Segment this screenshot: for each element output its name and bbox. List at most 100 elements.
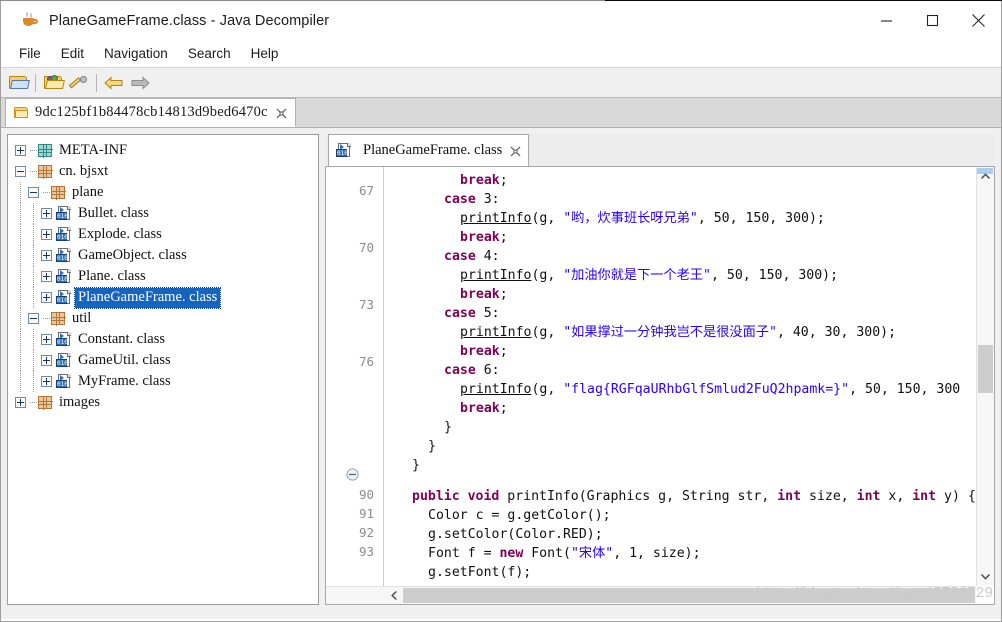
code-line: case 3: <box>444 192 500 207</box>
collapse-icon[interactable] <box>346 468 359 481</box>
line-number-gutter: 67 70 73 76 90 91 92 93 <box>326 167 384 586</box>
menu-item-edit[interactable]: Edit <box>51 43 94 64</box>
tree-node-gameutil-class[interactable]: 010 GameUtil. class <box>14 350 318 371</box>
expander-minus-icon[interactable] <box>27 186 40 199</box>
back-button[interactable] <box>101 70 127 96</box>
chevron-down-icon <box>980 573 991 580</box>
tree-node-cn-bjsxt[interactable]: cn. bjsxt <box>14 161 318 182</box>
expander-minus-icon[interactable] <box>14 165 27 178</box>
tree-connector <box>27 203 40 224</box>
tree-node-label: Bullet. class <box>78 205 149 221</box>
tree-connector <box>27 287 40 308</box>
tree-node-gameobject-class[interactable]: 010 GameObject. class <box>14 245 318 266</box>
expander-plus-icon[interactable] <box>40 354 53 367</box>
folder-icon <box>14 106 29 119</box>
tree-node-planegameframe-class[interactable]: 010 PlaneGameFrame. class <box>14 286 318 309</box>
code-line: g.setFont(f); <box>428 565 532 580</box>
editor-body[interactable]: 67 70 73 76 90 91 92 93 break; case 3: p… <box>325 167 995 605</box>
expander-plus-icon[interactable] <box>14 396 27 409</box>
code-line: break; <box>460 287 508 302</box>
tree-node-images[interactable]: images <box>14 392 318 413</box>
tree-connector <box>27 371 40 392</box>
tree-connector <box>30 144 38 157</box>
tree-connector <box>30 165 38 178</box>
tree-connector <box>14 224 27 245</box>
vertical-scrollbar[interactable] <box>976 167 994 586</box>
expander-plus-icon[interactable] <box>40 207 53 220</box>
tree-node-constant-class[interactable]: 010 Constant. class <box>14 329 318 350</box>
expander-plus-icon[interactable] <box>40 333 53 346</box>
open-type-button[interactable] <box>40 70 66 96</box>
code-line-flag: printInfo(g, "flag{RGFqaURhbGlfSmlud2FuQ… <box>460 382 961 397</box>
main-split: META-INF cn. bjsxt plane 010 Bullet. cla… <box>1 128 1001 611</box>
expander-plus-icon[interactable] <box>14 144 27 157</box>
horizontal-scroll-thumb[interactable] <box>403 588 975 603</box>
vertical-scroll-thumb[interactable] <box>978 345 993 393</box>
tree-node-myframe-class[interactable]: 010 MyFrame. class <box>14 371 318 392</box>
tree-node-explode-class[interactable]: 010 Explode. class <box>14 224 318 245</box>
tree-connector <box>14 308 27 329</box>
class-file-icon: 010 <box>56 353 72 368</box>
expander-plus-icon[interactable] <box>40 270 53 283</box>
code-string: "哟，炊事班长呀兄弟" <box>563 211 698 226</box>
tree-node-bullet-class[interactable]: 010 Bullet. class <box>14 203 318 224</box>
line-number: 93 <box>358 544 374 559</box>
editor-tab-planegameframe[interactable]: 010 PlaneGameFrame. class <box>328 134 530 166</box>
maximize-button[interactable] <box>909 1 955 40</box>
code-line: break; <box>460 344 508 359</box>
tree-connector <box>27 266 40 287</box>
horizontal-scrollbar[interactable] <box>326 586 976 604</box>
menu-item-help[interactable]: Help <box>241 43 289 64</box>
tree-connector <box>30 396 38 409</box>
scroll-up-button[interactable] <box>977 167 994 186</box>
back-arrow-icon <box>104 75 123 90</box>
menu-item-file[interactable]: File <box>9 43 51 64</box>
expander-plus-icon[interactable] <box>40 291 53 304</box>
code-line: g.setColor(Color.RED); <box>428 527 603 542</box>
menu-item-search[interactable]: Search <box>178 43 241 64</box>
tree-node-util[interactable]: util <box>14 308 318 329</box>
code-viewport[interactable]: 67 70 73 76 90 91 92 93 break; case 3: p… <box>326 167 976 586</box>
menu-item-navigation[interactable]: Navigation <box>94 43 178 64</box>
package-icon <box>51 185 66 200</box>
class-file-icon: 010 <box>56 248 72 263</box>
tree-node-meta-inf[interactable]: META-INF <box>14 140 318 161</box>
open-file-button[interactable] <box>5 70 31 96</box>
tree-node-plane-class[interactable]: 010 Plane. class <box>14 266 318 287</box>
archive-tab[interactable]: 9dc125bf1b84478cb14813d9bed6470c <box>5 98 296 127</box>
class-file-icon: 010 <box>56 290 72 305</box>
close-icon[interactable] <box>510 145 521 157</box>
class-file-icon: 010 <box>336 143 352 158</box>
line-number: 92 <box>358 525 374 540</box>
expander-minus-icon[interactable] <box>27 312 40 325</box>
expander-plus-icon[interactable] <box>40 228 53 241</box>
close-button[interactable] <box>955 1 1001 40</box>
code-line: printInfo(g, "如果撑过一分钟我岂不是很没面子", 40, 30, … <box>460 325 897 340</box>
close-icon[interactable] <box>276 107 287 119</box>
code-text[interactable]: break; case 3: printInfo(g, "哟，炊事班长呀兄弟",… <box>388 167 976 586</box>
code-line: Font f = new Font("宋体", 1, size); <box>428 546 701 561</box>
tree-node-label: Plane. class <box>78 268 146 284</box>
forward-button[interactable] <box>127 70 153 96</box>
tree-connector <box>43 186 51 199</box>
code-line: case 4: <box>444 249 500 264</box>
expander-plus-icon[interactable] <box>40 375 53 388</box>
tree-connector <box>14 203 27 224</box>
scroll-left-button[interactable] <box>386 587 403 604</box>
tree-node-label: META-INF <box>59 142 128 158</box>
window-frame: PlaneGameFrame.class - Java Decompiler F… <box>0 1 1002 622</box>
tree-connector <box>27 224 40 245</box>
minimize-button[interactable] <box>863 1 909 40</box>
scroll-down-button[interactable] <box>977 567 994 586</box>
tree-node-plane[interactable]: plane <box>14 182 318 203</box>
tree-node-label: cn. bjsxt <box>59 163 109 179</box>
package-icon <box>38 395 53 410</box>
code-line: } <box>412 458 420 473</box>
line-number: 76 <box>358 354 374 369</box>
editor-tab-label: PlaneGameFrame. class <box>363 142 503 158</box>
tree-node-label: Constant. class <box>78 331 165 347</box>
code-line: printInfo(g, "哟，炊事班长呀兄弟", 50, 150, 300); <box>460 211 825 226</box>
package-tree-panel[interactable]: META-INF cn. bjsxt plane 010 Bullet. cla… <box>7 134 319 605</box>
expander-plus-icon[interactable] <box>40 249 53 262</box>
decompile-button[interactable] <box>66 70 92 96</box>
